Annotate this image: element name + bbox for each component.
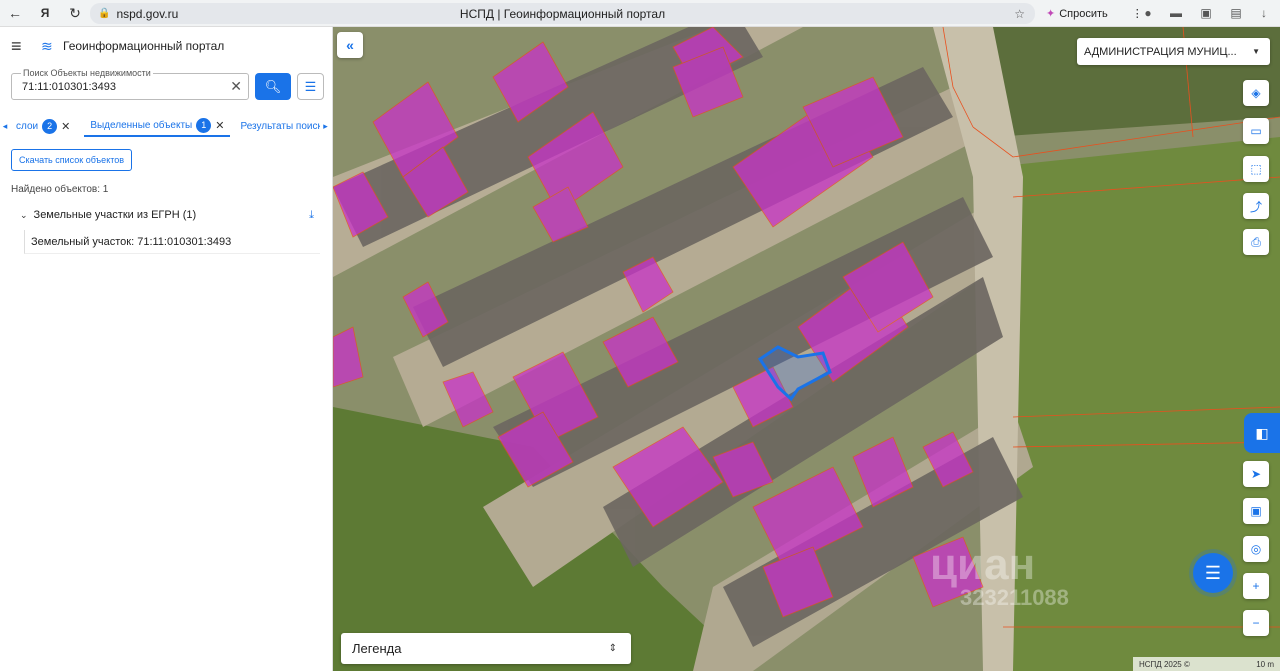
url-text: nspd.gov.ru <box>116 6 179 21</box>
bookmark-icon[interactable]: ☆ <box>1014 7 1025 21</box>
result-item[interactable]: Земельный участок: 71:11:010301:3493 <box>24 230 320 254</box>
map-widget-icon: ◧ <box>1255 424 1269 441</box>
flag-icon[interactable]: ▬ <box>1168 5 1184 21</box>
select-area-icon: ⬚ <box>1250 162 1262 176</box>
gps-button[interactable]: ◎ <box>1243 536 1269 562</box>
result-group[interactable]: ⌄ Земельные участки из ЕГРН (1) ⤓ <box>20 206 320 224</box>
ruler-icon: ▭ <box>1250 124 1262 138</box>
extensions-icon[interactable]: ▣ <box>1198 5 1214 21</box>
filter-button[interactable]: ☰ <box>297 73 324 100</box>
search-row: Поиск Объекты недвижимости 71:11:010301:… <box>11 68 324 100</box>
scale-bar: НСПД 2025 © 10 m <box>1133 657 1280 671</box>
print-button[interactable]: ⎙ <box>1243 229 1269 255</box>
lock-icon: 🔒 <box>98 8 111 19</box>
yandex-icon[interactable]: Я <box>30 0 60 27</box>
tab-selected-label: Выделенные объекты <box>90 119 193 131</box>
layers-icon: ◈ <box>1251 86 1261 100</box>
tab-layers-badge: 2 <box>42 118 58 134</box>
tab-search-results[interactable]: Результаты поиска <box>234 115 320 137</box>
caret-down-icon: ▼ <box>1252 47 1260 56</box>
close-icon[interactable]: ✕ <box>61 120 70 133</box>
download-icon[interactable]: ↓ <box>1256 5 1272 21</box>
admin-dropdown[interactable]: АДМИНИСТРАЦИЯ МУНИЦ... ▼ <box>1077 38 1270 65</box>
ask-label: Спросить <box>1059 7 1108 20</box>
picture-in-picture-icon: ▣ <box>1250 504 1262 518</box>
chat-icon: ☰ <box>1204 562 1222 583</box>
collapse-panel-button[interactable]: « <box>337 32 363 58</box>
address-bar[interactable]: 🔒 nspd.gov.ru НСПД | Геоинформационный п… <box>90 3 1035 24</box>
tabs-bar: ◂ слои 2 ✕ Выделенные объекты 1 ✕ Резуль… <box>0 115 333 137</box>
share-icon: ⤴ <box>1249 199 1262 214</box>
layers-button[interactable]: ◈ <box>1243 80 1269 106</box>
pdf-icon[interactable]: ▤ <box>1228 5 1244 21</box>
zoom-out-icon: − <box>1252 616 1260 630</box>
tabs-left-arrow-icon[interactable]: ◂ <box>0 121 10 132</box>
pip-button[interactable]: ▣ <box>1243 498 1269 524</box>
locate-button[interactable]: ➤ <box>1243 461 1269 487</box>
search-button[interactable]: 🔍︎ <box>255 73 291 100</box>
tab-results-label: Результаты поиска <box>240 120 321 132</box>
search-label: Поиск Объекты недвижимости <box>21 68 153 78</box>
print-icon: ⎙ <box>1251 234 1261 249</box>
share-button[interactable]: ⤴ <box>1243 193 1269 219</box>
zoom-in-button[interactable]: + <box>1243 573 1269 599</box>
found-count: Найдено объектов: 1 <box>11 184 109 195</box>
tabs-right-arrow-icon[interactable]: ▸ <box>320 121 330 132</box>
search-value[interactable]: 71:11:010301:3493 <box>22 81 116 93</box>
reload-icon[interactable]: ↻ <box>60 0 90 27</box>
clear-icon[interactable]: ✕ <box>230 78 242 95</box>
side-panel-tab[interactable]: ◧ <box>1244 413 1280 453</box>
tab-layers-label: слои <box>16 120 39 132</box>
sparkle-icon: ✦ <box>1046 8 1056 20</box>
zoom-in-icon: + <box>1252 579 1260 593</box>
map-view[interactable] <box>333 27 1280 671</box>
filter-icon: ☰ <box>304 78 317 94</box>
extension-icon[interactable]: ● <box>1140 5 1156 21</box>
download-list-button[interactable]: Скачать список объектов <box>11 149 133 171</box>
gps-icon: ◎ <box>1250 542 1262 556</box>
portal-logo-icon: ≋ <box>41 37 53 54</box>
legend-dropdown[interactable]: Легенда ⇕ <box>341 633 631 664</box>
browser-page-title: НСПД | Геоинформационный портал <box>459 6 666 21</box>
copyright-text: НСПД 2025 © <box>1139 659 1190 669</box>
locate-icon: ➤ <box>1250 467 1262 481</box>
app-header: ≡ ≋ Геоинформационный портал <box>0 27 332 65</box>
scale-text: 10 m <box>1256 659 1274 669</box>
tab-selected-objects[interactable]: Выделенные объекты 1 ✕ <box>84 115 231 137</box>
chevron-down-icon[interactable]: ⌄ <box>20 210 28 221</box>
admin-dropdown-value: АДМИНИСТРАЦИЯ МУНИЦ... <box>1084 45 1237 58</box>
tab-layers[interactable]: слои 2 ✕ <box>10 115 76 137</box>
tab-selected-badge: 1 <box>196 117 212 133</box>
download-icon[interactable]: ⤓ <box>309 209 314 222</box>
legend-label: Легенда <box>352 641 402 656</box>
updown-icon: ⇕ <box>608 643 617 654</box>
ask-button[interactable]: ✦ Спросить ⋮ <box>1040 4 1149 23</box>
app-title: Геоинформационный портал <box>63 39 225 53</box>
search-icon: 🔍︎ <box>264 78 282 94</box>
close-icon[interactable]: ✕ <box>215 119 224 132</box>
watermark-logo-text: циан <box>930 540 1036 589</box>
zoom-out-button[interactable]: − <box>1243 610 1269 636</box>
search-input[interactable]: Поиск Объекты недвижимости 71:11:010301:… <box>11 68 249 100</box>
double-chevron-left-icon: « <box>346 37 354 53</box>
menu-icon[interactable]: ≡ <box>11 36 33 57</box>
item-label: Земельный участок: 71:11:010301:3493 <box>31 235 232 248</box>
map-canvas[interactable] <box>333 27 1280 671</box>
left-panel: ≡ ≋ Геоинформационный портал Поиск Объек… <box>0 27 333 671</box>
back-icon[interactable]: ← <box>0 0 30 27</box>
chat-button[interactable]: ☰ <box>1193 553 1233 593</box>
select-area-button[interactable]: ⬚ <box>1243 156 1269 182</box>
group-label: Земельные участки из ЕГРН (1) <box>33 209 197 221</box>
watermark-number: 323211088 <box>960 585 1069 610</box>
ruler-button[interactable]: ▭ <box>1243 118 1269 144</box>
